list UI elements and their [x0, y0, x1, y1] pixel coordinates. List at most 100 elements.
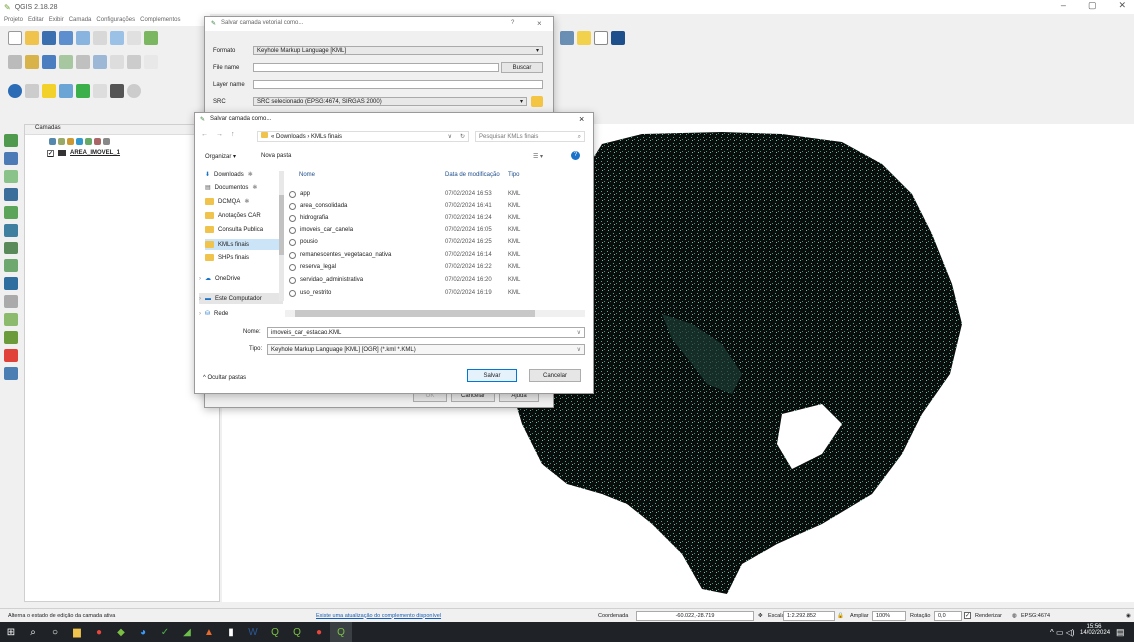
file-row[interactable]: pousio 07/02/2024 16:25 KML	[289, 236, 547, 248]
file-row[interactable]: area_consolidada 07/02/2024 16:41 KML	[289, 200, 547, 212]
measure-icon[interactable]	[93, 84, 107, 98]
sidebar-item-shps[interactable]: SHPs finais	[205, 254, 249, 261]
identify-icon[interactable]	[8, 84, 22, 98]
file-explorer-icon[interactable]: ▆	[66, 622, 88, 642]
lock-scale-icon[interactable]: 🔒	[837, 613, 844, 619]
pan-hand-icon[interactable]	[127, 31, 141, 45]
browse-button[interactable]: Buscar	[501, 62, 543, 73]
word-icon[interactable]: W	[242, 622, 264, 642]
close-dialog-icon[interactable]: ×	[579, 114, 584, 124]
qgis-icon[interactable]: Q	[286, 622, 308, 642]
app-icon[interactable]: ▲	[198, 622, 220, 642]
new-folder-button[interactable]: Nova pasta	[261, 153, 291, 159]
collapse-all-icon[interactable]	[94, 137, 101, 145]
hide-folders-toggle[interactable]: ^ Ocultar pastas	[203, 375, 246, 381]
app-icon[interactable]: ▮	[220, 622, 242, 642]
menu-camada[interactable]: Camada	[69, 17, 92, 23]
address-bar[interactable]: « Downloads › KMLs finais ∨ ↻	[257, 131, 469, 142]
layername-input[interactable]	[253, 80, 543, 89]
print-layout-icon[interactable]	[76, 31, 90, 45]
help-icon[interactable]: ?	[571, 151, 580, 160]
copy-features-icon[interactable]	[144, 55, 158, 69]
crs-status[interactable]: EPSG:4674	[1021, 613, 1050, 619]
qgis-icon[interactable]: Q	[264, 622, 286, 642]
up-arrow-icon[interactable]: ↑	[231, 131, 235, 138]
close-window-button[interactable]: ✕	[1118, 0, 1126, 11]
messages-icon[interactable]: ◉	[1126, 613, 1131, 619]
add-raster-layer-icon[interactable]	[4, 151, 18, 165]
p2-icon[interactable]	[4, 349, 18, 362]
file-row[interactable]: remanescentes_vegetacao_nativa 07/02/2024…	[289, 249, 547, 261]
horizontal-scrollbar[interactable]	[285, 310, 585, 317]
sidebar-item-rede[interactable]: › ⛁ Rede	[199, 310, 228, 318]
format-select[interactable]: Keyhole Markup Language [KML] ▾	[253, 46, 543, 55]
cut-features-icon[interactable]	[127, 55, 141, 69]
sidebar-scrollbar[interactable]	[279, 171, 284, 301]
qgis-active-icon[interactable]: Q	[330, 622, 352, 642]
layer-item[interactable]: ✓ AREA_IMOVEL_1	[25, 147, 219, 159]
notification-icon[interactable]: ▤	[1116, 627, 1125, 638]
menu-configuracoes[interactable]: Configurações	[96, 17, 135, 23]
add-vector-layer-icon[interactable]	[4, 134, 18, 147]
qgis-app-icon[interactable]: ◆	[110, 622, 132, 642]
bookmark-icon[interactable]	[127, 84, 141, 98]
add-wfs-icon[interactable]	[4, 241, 18, 255]
sidebar-item-onedrive[interactable]: › ☁ OneDrive	[199, 275, 240, 283]
coordinate-field[interactable]: -60.022,-28.719	[636, 610, 754, 621]
filename-input[interactable]	[253, 63, 499, 72]
chrome-icon[interactable]: ●	[88, 622, 110, 642]
extents-toggle-icon[interactable]: ✥	[758, 613, 763, 619]
organize-menu[interactable]: Organizar ▾	[205, 153, 236, 160]
add-postgis-icon[interactable]	[4, 169, 18, 183]
filename-input[interactable]: imoveis_car_estacao.KML ∨	[267, 327, 585, 338]
scale-field[interactable]: 1:2.292.852	[783, 610, 835, 621]
task-view-icon[interactable]: ○	[44, 622, 66, 642]
windows-start-icon[interactable]: ⊞	[0, 622, 22, 642]
sidebar-item-dcmqa[interactable]: DCMQA ✱	[205, 198, 249, 205]
file-row[interactable]: reserva_legal 07/02/2024 16:22 KML	[289, 261, 547, 273]
sidebar-item-kmls[interactable]: KMLs finais	[205, 239, 279, 250]
zoom-field[interactable]: 100%	[872, 610, 906, 621]
toggle-edit-icon[interactable]	[25, 55, 39, 69]
help-icon[interactable]: ?	[511, 20, 514, 26]
node-tool-icon[interactable]	[93, 55, 107, 69]
sidebar-item-computer[interactable]: › ▬ Este Computador	[199, 293, 283, 304]
menu-editar[interactable]: Editar	[28, 17, 44, 23]
menu-complementos[interactable]: Complementos	[140, 17, 180, 23]
refresh-icon[interactable]: ↻	[460, 132, 465, 142]
save-button[interactable]: Salvar	[467, 369, 517, 382]
file-row[interactable]: imoveis_car_canela 07/02/2024 16:05 KML	[289, 224, 547, 236]
sidebar-item-downloads[interactable]: ⬇ Downloads ✱	[205, 171, 253, 179]
add-delimited-text-icon[interactable]	[4, 259, 18, 273]
manage-map-themes-icon[interactable]	[67, 137, 74, 145]
menu-projeto[interactable]: Projeto	[4, 17, 23, 23]
new-project-icon[interactable]	[8, 31, 22, 45]
maximize-button[interactable]: ▢	[1088, 0, 1097, 11]
forward-arrow-icon[interactable]: →	[216, 131, 223, 138]
pan-to-selection-icon[interactable]	[144, 31, 158, 45]
tray-icons[interactable]: ^ ▭ ◁)	[1050, 628, 1075, 637]
georeferencer-icon[interactable]	[4, 313, 18, 327]
label-tool-icon[interactable]	[560, 31, 574, 45]
app-icon[interactable]: ✓	[154, 622, 176, 642]
select-crs-icon[interactable]	[531, 96, 543, 107]
edge-icon[interactable]: ◕	[132, 622, 154, 642]
raster-calculator-icon[interactable]	[4, 366, 18, 380]
select-filter-icon[interactable]	[25, 84, 39, 98]
sidebar-item-anotacoes[interactable]: Anotações CAR	[205, 212, 261, 219]
column-type[interactable]: Tipo	[508, 172, 519, 178]
save-as-icon[interactable]	[59, 31, 73, 45]
column-date[interactable]: Data de modificação	[445, 172, 508, 178]
src-select[interactable]: SRC selecionado (EPSG:4674, SIRGAS 2000)…	[253, 97, 527, 106]
add-spatialite-icon[interactable]	[4, 187, 18, 201]
back-arrow-icon[interactable]: ←	[201, 131, 208, 138]
field-calculator-icon[interactable]	[76, 84, 90, 98]
open-styling-icon[interactable]	[49, 137, 56, 145]
file-row[interactable]: uso_restrito 07/02/2024 16:19 KML	[289, 287, 547, 299]
search-input[interactable]: Pesquisar KMLs finais ⌕	[475, 131, 585, 142]
close-dialog-icon[interactable]: ×	[537, 19, 542, 28]
map-tips-icon[interactable]	[110, 84, 124, 98]
current-edits-icon[interactable]	[8, 55, 22, 69]
column-name[interactable]: Nome	[289, 172, 445, 178]
rotation-field[interactable]: 0,0	[934, 610, 962, 621]
